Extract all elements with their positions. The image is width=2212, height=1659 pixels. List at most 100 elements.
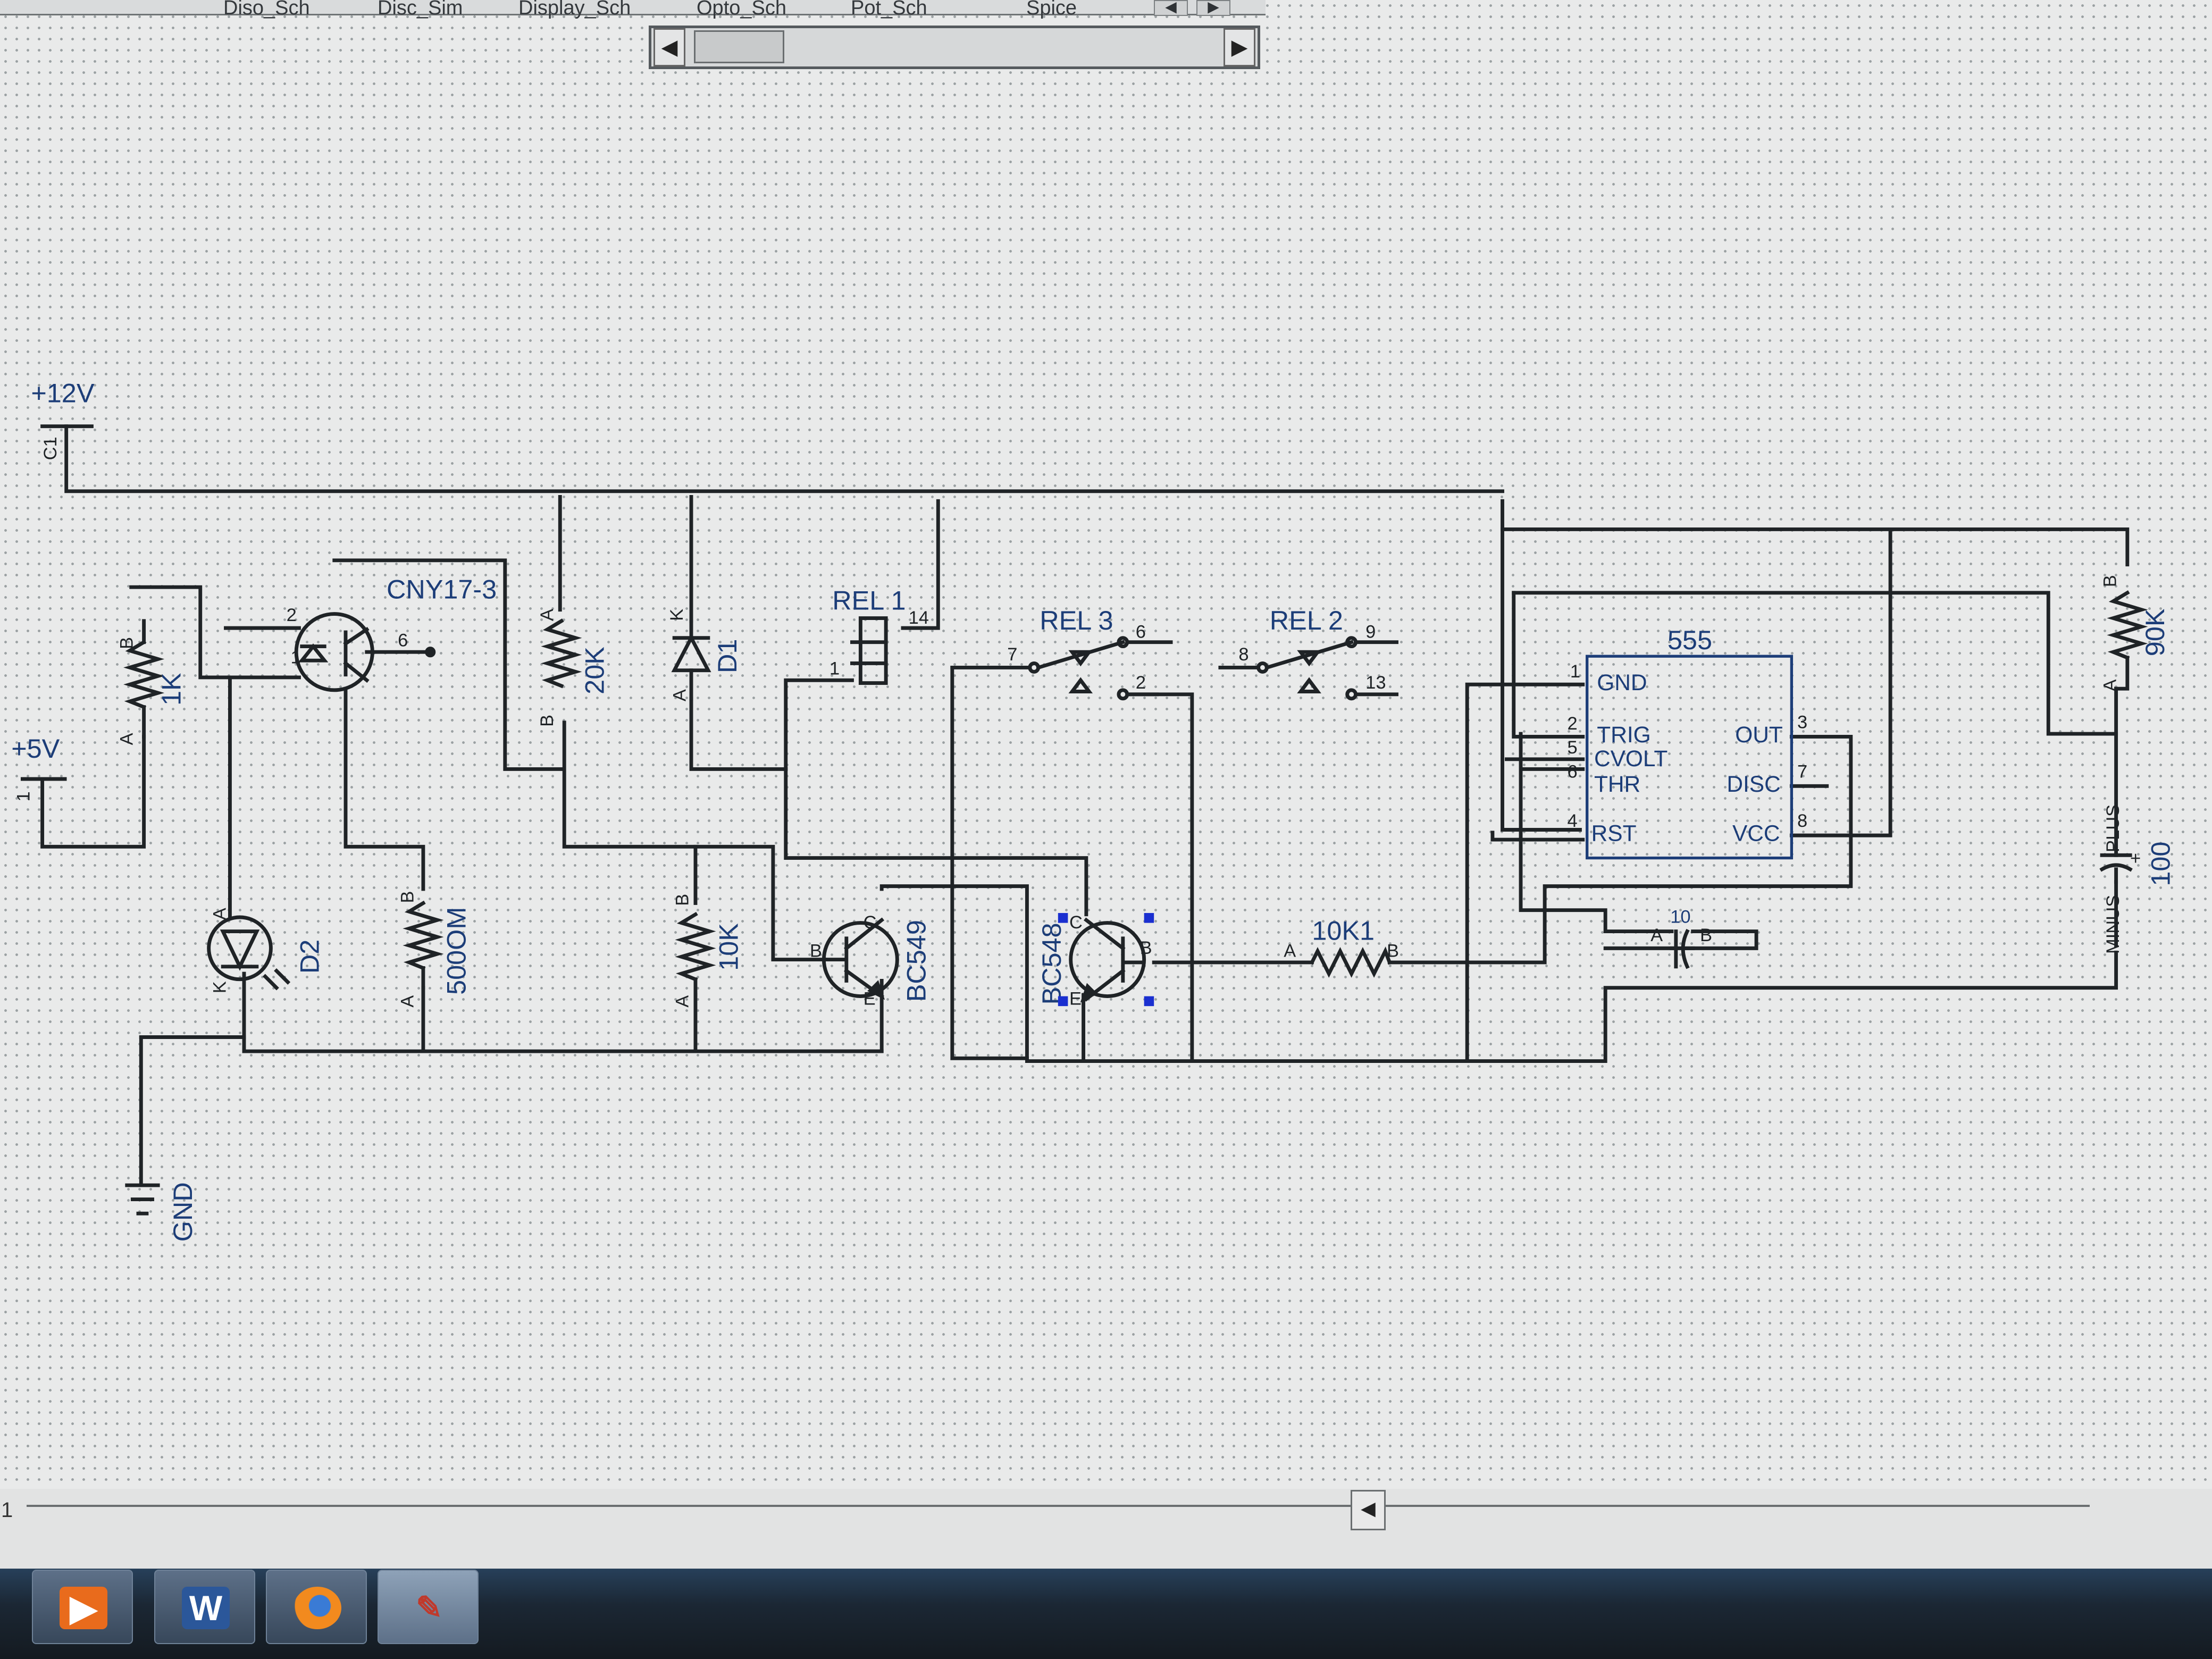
bottom-scroll-area: 1 ◀ — [0, 1489, 2212, 1569]
svg-text:A: A — [673, 995, 693, 1008]
svg-text:2: 2 — [1136, 673, 1146, 693]
capacitor-minus-pin: MINUS — [2103, 895, 2123, 954]
firefox-icon — [294, 1587, 341, 1629]
svg-text:B: B — [537, 715, 557, 727]
svg-text:7: 7 — [1797, 761, 1807, 782]
media-player-icon: ▶ — [60, 1587, 107, 1629]
svg-text:B: B — [810, 941, 822, 961]
svg-text:6: 6 — [1568, 761, 1578, 782]
svg-text:4: 4 — [1568, 811, 1578, 831]
relay-rel3-switch[interactable]: REL 3 7 6 2 — [1007, 605, 1173, 701]
led-d2[interactable]: A K D2 — [207, 908, 325, 993]
bottom-scroll-left-arrow-icon[interactable]: ◀ — [1351, 1490, 1386, 1530]
resistor-90k[interactable]: B A 90K — [2100, 575, 2170, 691]
svg-text:8: 8 — [1238, 644, 1249, 665]
ic-pin-disc: DISC — [1727, 772, 1780, 797]
ground-symbol[interactable]: GND — [125, 1182, 198, 1242]
svg-text:6: 6 — [398, 631, 408, 651]
ref-5v-pin: 1 — [14, 791, 34, 801]
transistor-bc548-label: BC548 — [1036, 923, 1067, 1004]
svg-text:1: 1 — [291, 647, 301, 667]
word-icon: W — [182, 1587, 230, 1629]
svg-text:A: A — [1284, 941, 1296, 961]
capacitor-10[interactable]: 10 A B — [1650, 907, 1712, 969]
resistor-10k1[interactable]: A B 10K1 — [1284, 915, 1399, 978]
transistor-bc549[interactable]: B C E BC549 — [810, 912, 932, 1009]
svg-text:6: 6 — [1136, 622, 1146, 642]
design-tool-icon: ✎ — [415, 1590, 443, 1626]
ic-555-title: 555 — [1668, 625, 1712, 655]
page-indicator: 1 — [1, 1498, 13, 1522]
svg-text:K: K — [667, 609, 687, 621]
net-label-12v: +12V — [31, 378, 94, 408]
svg-text:2: 2 — [287, 605, 297, 625]
svg-text:E: E — [1069, 988, 1082, 1009]
svg-text:A: A — [397, 995, 417, 1008]
ic-pin-out: OUT — [1735, 722, 1783, 747]
taskbar-design-tool-button[interactable]: ✎ — [378, 1570, 479, 1644]
taskbar-word-button[interactable]: W — [154, 1570, 255, 1644]
capacitor-100[interactable]: PLUS MINUS + 100 — [2099, 805, 2175, 954]
svg-text:E: E — [864, 988, 876, 1009]
svg-text:A: A — [116, 733, 137, 745]
wires — [40, 424, 2130, 1187]
schematic-canvas[interactable]: Diso_Sch Disc_Sim Display_Sch Opto_Sch P… — [0, 0, 2212, 1569]
svg-text:C: C — [1069, 912, 1083, 933]
resistor-10k[interactable]: B A 10K — [673, 894, 744, 1008]
capacitor-10-value: 10 — [1670, 907, 1690, 927]
taskbar-firefox-button[interactable] — [266, 1570, 367, 1644]
taskbar-media-player-button[interactable]: ▶ — [32, 1570, 133, 1644]
resistor-1k[interactable]: B A 1K — [116, 619, 187, 745]
svg-text:7: 7 — [1007, 644, 1017, 665]
svg-text:13: 13 — [1365, 673, 1386, 693]
schematic-drawing: .lbl{fill:#1c3d78;stroke:none;font-size:… — [11, 378, 2175, 1242]
ic-555-timer[interactable]: 555 1 GND 2 TRIG 5 CVOLT 6 THR 4 RST OUT… — [1568, 625, 1808, 860]
net-label-5v: +5V — [11, 733, 60, 764]
transistor-bc548[interactable]: B C E BC548 — [1036, 912, 1154, 1009]
relay-rel2-switch[interactable]: REL 2 8 9 13 — [1218, 605, 1398, 701]
ic-pin-thr: THR — [1594, 772, 1640, 797]
svg-text:A: A — [669, 689, 690, 701]
svg-text:B: B — [397, 891, 417, 903]
power-12v-symbol[interactable]: +12V C1 — [31, 378, 94, 460]
power-5v-symbol[interactable]: +5V 1 — [11, 733, 67, 801]
svg-text:2: 2 — [1568, 714, 1578, 734]
resistor-500om[interactable]: B A 500OM — [397, 891, 471, 1007]
svg-text:1: 1 — [1570, 661, 1580, 682]
diode-d1[interactable]: K A D1 — [667, 609, 742, 701]
opto-label: CNY17-3 — [387, 574, 497, 604]
svg-text:A: A — [1650, 925, 1663, 945]
svg-text:C: C — [864, 912, 877, 933]
svg-text:K: K — [210, 981, 230, 993]
svg-text:9: 9 — [1365, 622, 1376, 642]
transistor-bc549-label: BC549 — [901, 920, 931, 1002]
svg-text:+: + — [2125, 853, 2146, 864]
ref-c1: C1 — [40, 437, 61, 460]
svg-text:8: 8 — [1797, 811, 1807, 831]
ic-pin-cvolt: CVOLT — [1594, 746, 1668, 771]
ic-pin-trig: TRIG — [1597, 722, 1650, 747]
svg-text:5: 5 — [1568, 738, 1578, 758]
svg-text:14: 14 — [909, 608, 929, 628]
relay-rel1-label: REL 1 — [832, 585, 906, 616]
diode-d1-label: D1 — [712, 639, 742, 673]
resistor-20k-value: 20K — [580, 647, 610, 694]
bottom-horizontal-scrollbar[interactable] — [27, 1505, 2090, 1534]
svg-text:B: B — [673, 894, 693, 906]
relay-rel1-coil[interactable]: REL 1 14 1 — [830, 585, 929, 685]
resistor-10k-value: 10K — [714, 923, 744, 971]
resistor-20k[interactable]: A B 20K — [537, 609, 610, 727]
relay-rel3-label: REL 3 — [1040, 605, 1113, 635]
svg-text:B: B — [1140, 938, 1152, 958]
svg-text:B: B — [1700, 925, 1712, 945]
svg-text:A: A — [210, 908, 230, 920]
resistor-1k-value: 1K — [156, 673, 187, 706]
svg-text:A: A — [537, 609, 557, 621]
svg-text:B: B — [1387, 941, 1399, 961]
capacitor-100-value: 100 — [2145, 842, 2175, 886]
svg-text:B: B — [2100, 575, 2121, 587]
net-label-gnd: GND — [167, 1182, 198, 1242]
ic-pin-vcc: VCC — [1732, 821, 1780, 846]
optocoupler-cny17-3[interactable]: CNY17-3 2 6 1 — [287, 574, 497, 692]
ic-pin-gnd: GND — [1597, 670, 1647, 695]
